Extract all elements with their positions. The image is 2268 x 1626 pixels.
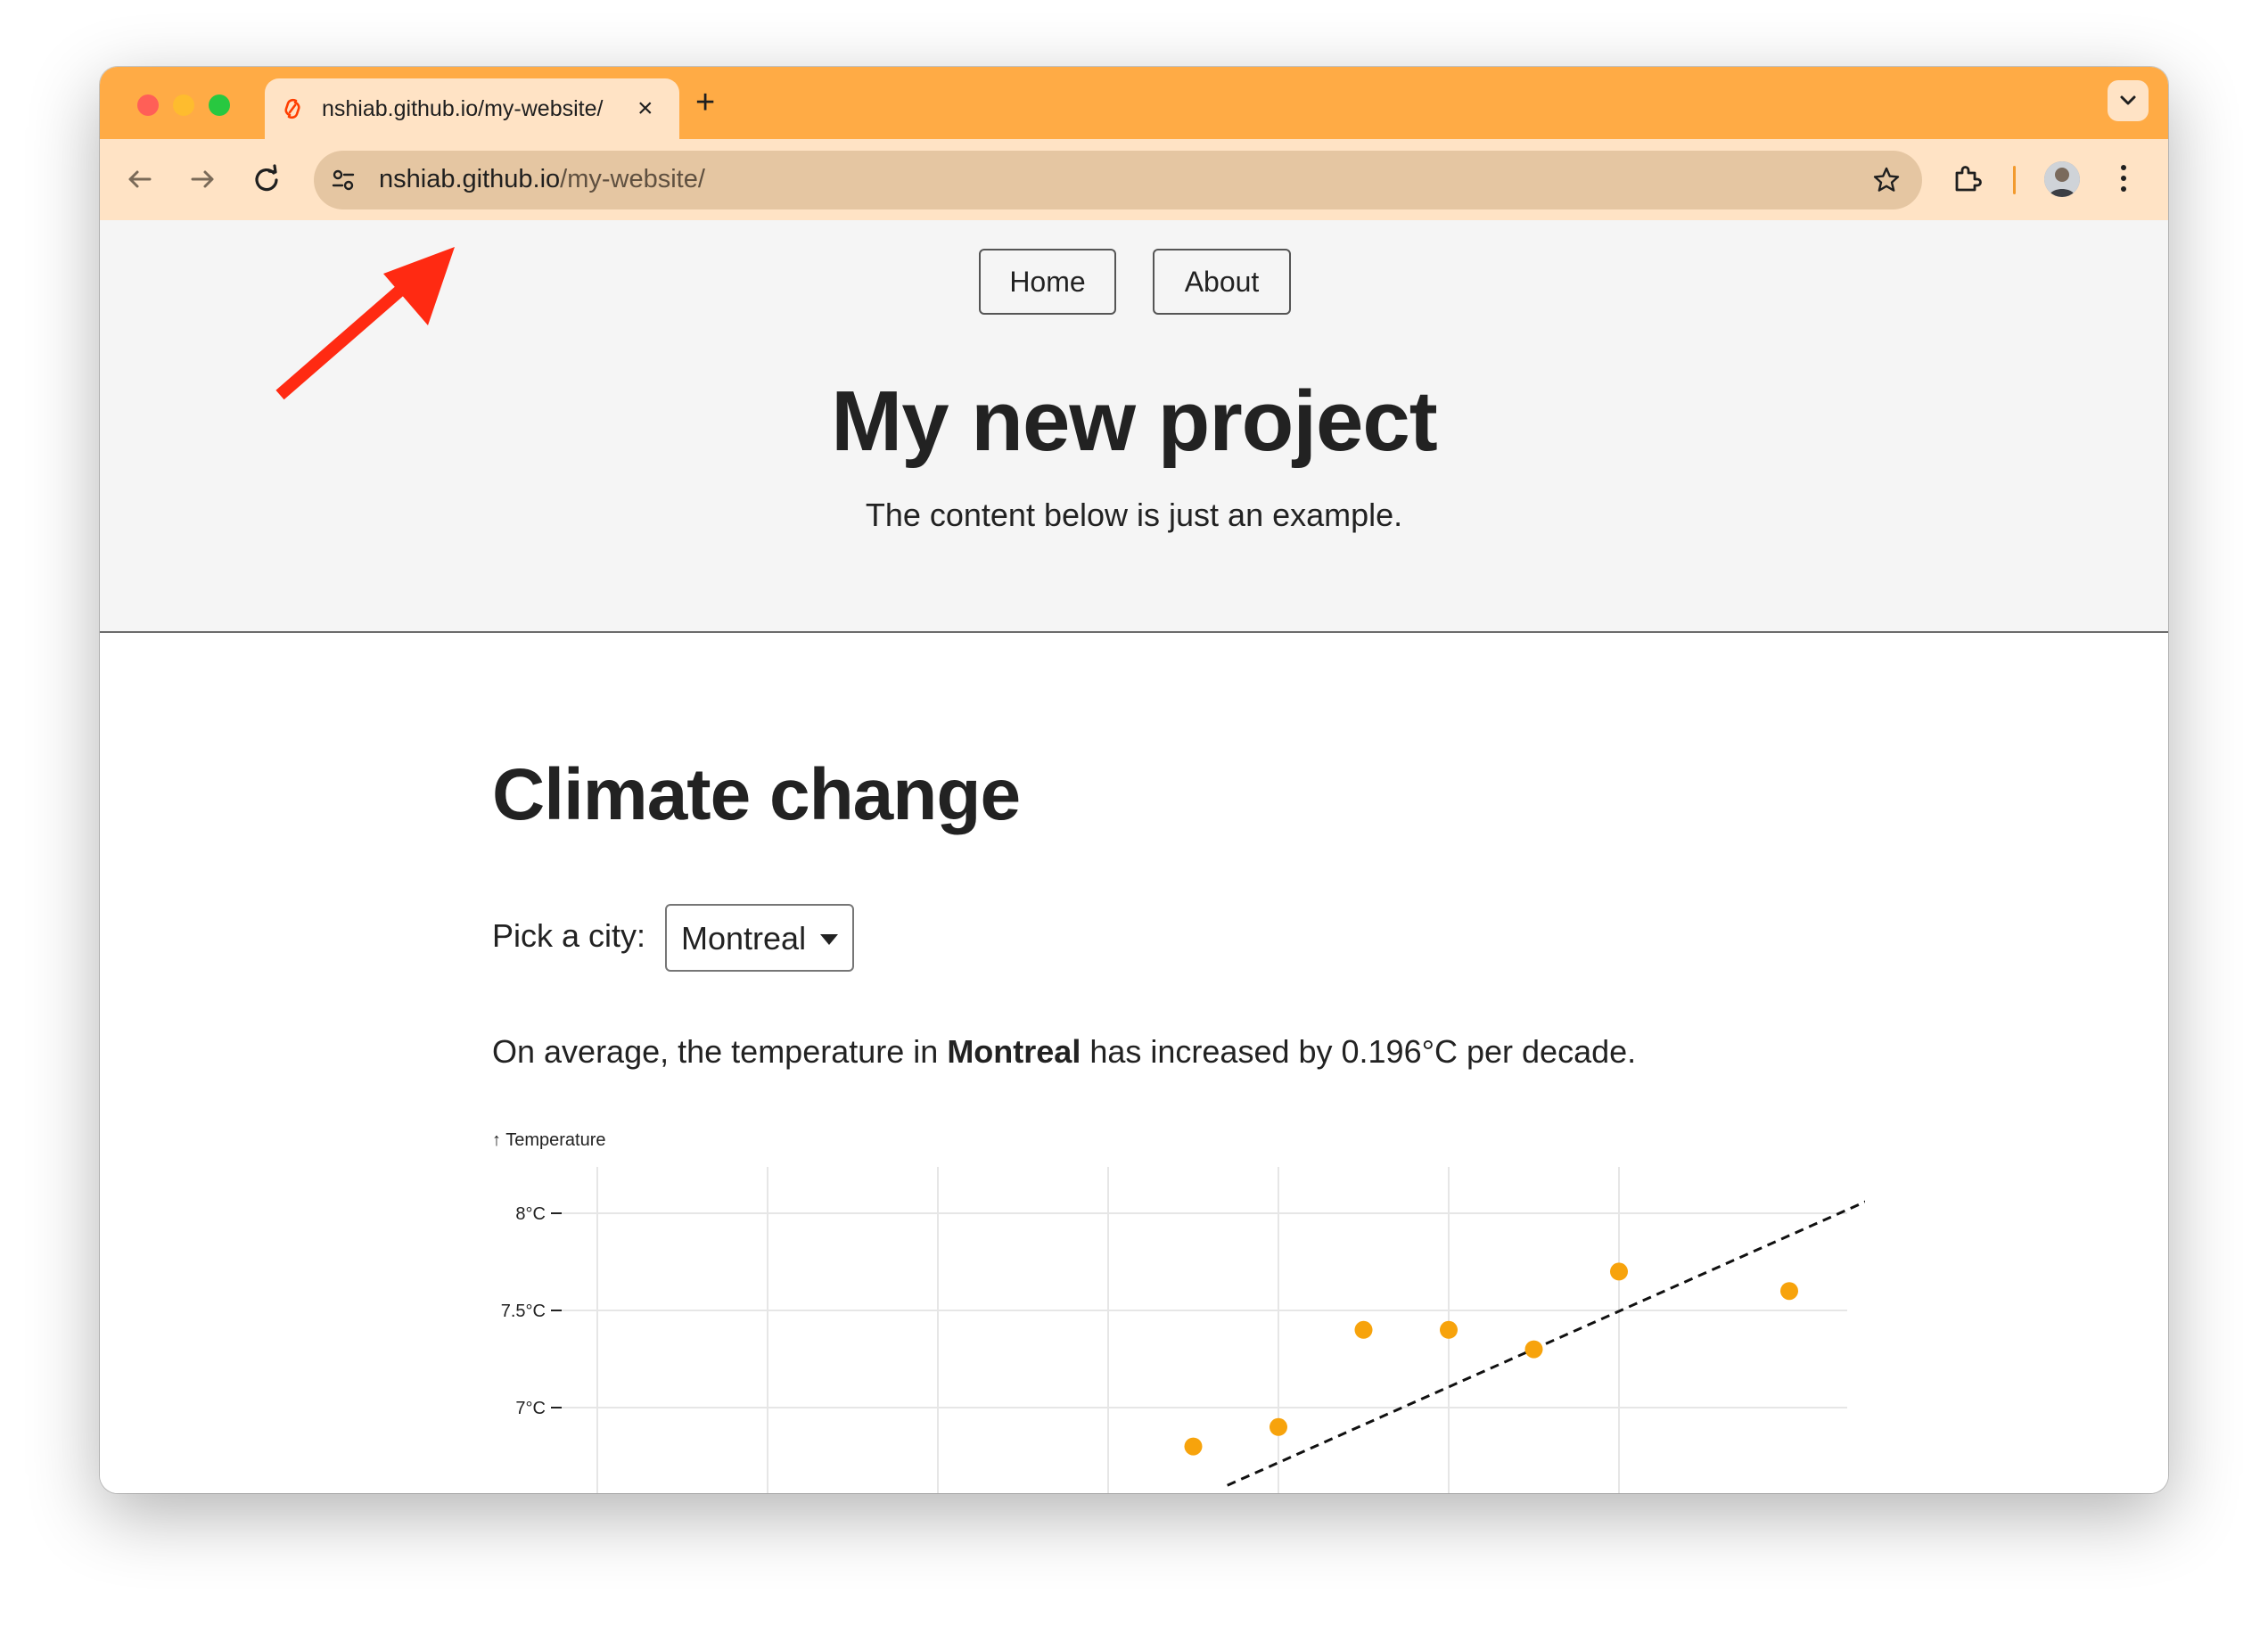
temperature-summary: On average, the temperature in Montreal … xyxy=(492,1033,1636,1071)
city-select[interactable]: Montreal xyxy=(665,904,854,972)
url-path: /my-website/ xyxy=(560,165,705,193)
tab-search-button[interactable] xyxy=(2108,80,2149,121)
browser-window: nshiab.github.io/my-website/ × + nshiab.… xyxy=(100,67,2168,1493)
tab-close-icon[interactable]: × xyxy=(637,91,653,127)
chevron-down-icon xyxy=(2120,95,2136,105)
address-bar[interactable]: nshiab.github.io/my-website/ xyxy=(314,151,1922,209)
data-point xyxy=(1184,1437,1203,1456)
page-subtitle: The content below is just an example. xyxy=(865,497,1403,533)
extensions-puzzle-icon[interactable] xyxy=(1952,162,1984,194)
profile-avatar[interactable] xyxy=(2044,161,2080,197)
forward-arrow-icon[interactable] xyxy=(182,159,223,200)
city-select-label: Pick a city: xyxy=(492,917,646,954)
data-point xyxy=(1440,1320,1458,1339)
data-point xyxy=(1610,1262,1628,1281)
data-point xyxy=(1270,1417,1287,1436)
url-host: nshiab.github.io xyxy=(379,165,561,193)
city-select-value: Montreal xyxy=(681,920,807,957)
y-axis-label: ↑ Temperature xyxy=(492,1130,605,1150)
summary-suffix: has increased by 0.196°C per decade. xyxy=(1089,1033,1637,1070)
toolbar-divider xyxy=(2013,166,2016,194)
y-tick-label: 8°C xyxy=(515,1204,546,1224)
annotation-arrow-icon xyxy=(275,247,455,400)
temperature-chart: ↑ Temperature 8°C 7.5°C 7°C xyxy=(492,1130,1865,1493)
close-window-button[interactable] xyxy=(137,94,159,116)
caret-down-icon xyxy=(820,934,838,945)
about-nav-button[interactable]: About xyxy=(1153,249,1291,315)
profile-photo-icon xyxy=(2044,161,2080,197)
data-point xyxy=(1354,1320,1373,1339)
trend-line xyxy=(1227,1200,1865,1487)
data-point xyxy=(1780,1282,1798,1301)
svelte-favicon-icon xyxy=(284,98,300,119)
back-arrow-icon[interactable] xyxy=(119,159,160,200)
browser-toolbar: nshiab.github.io/my-website/ xyxy=(100,139,2168,221)
new-tab-icon[interactable]: + xyxy=(695,83,715,122)
url-text: nshiab.github.io/my-website/ xyxy=(379,165,705,194)
minimize-window-button[interactable] xyxy=(173,94,194,116)
data-point xyxy=(1524,1340,1543,1359)
tab-title: nshiab.github.io/my-website/ xyxy=(322,96,604,121)
site-settings-icon[interactable] xyxy=(330,167,357,193)
tab-bar: nshiab.github.io/my-website/ × + xyxy=(100,67,2168,139)
more-vertical-icon[interactable] xyxy=(2118,162,2129,194)
summary-prefix: On average, the temperature in xyxy=(492,1033,939,1070)
maximize-window-button[interactable] xyxy=(209,94,230,116)
section-title: Climate change xyxy=(492,754,1021,835)
summary-city: Montreal xyxy=(947,1033,1081,1070)
home-nav-button[interactable]: Home xyxy=(979,249,1116,315)
browser-tab[interactable]: nshiab.github.io/my-website/ × xyxy=(265,78,679,139)
reload-icon[interactable] xyxy=(246,159,287,200)
page-content: Home About My new project The content be… xyxy=(100,220,2168,1493)
y-tick-label: 7°C xyxy=(515,1399,546,1418)
bookmark-star-icon[interactable] xyxy=(1871,165,1902,195)
y-tick-label: 7.5°C xyxy=(501,1302,546,1321)
